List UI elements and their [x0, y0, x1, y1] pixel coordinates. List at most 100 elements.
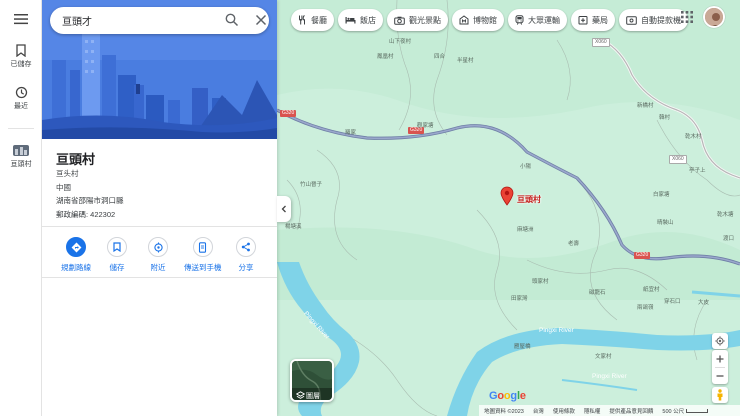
map-label: 晴裝山 [657, 220, 674, 226]
map-label: 小陽 [520, 164, 532, 170]
map-label: 大皮 [698, 300, 710, 306]
current-place-label: 亘頭村 [10, 161, 32, 168]
save-button[interactable]: 儲存 [107, 237, 127, 273]
map-label: 半星村 [457, 58, 474, 64]
minus-icon [716, 374, 724, 377]
maps-app: 已儲存 最近 亘頭村 亘頭才 亘頭村 亘头村 中國 湖南省邵陽市洞口縣 郵政編碼… [0, 0, 740, 416]
rail-divider [8, 128, 34, 129]
museum-icon [459, 15, 469, 25]
saved-button[interactable]: 已儲存 [0, 44, 42, 69]
terms-link[interactable]: 使用條款 [553, 407, 575, 415]
chip-hotels[interactable]: 飯店 [338, 9, 383, 31]
chevron-left-icon [281, 205, 286, 213]
menu-button[interactable] [0, 13, 42, 25]
share-label: 分享 [238, 263, 254, 272]
scale-control[interactable]: 500 公尺 [662, 407, 709, 415]
chip-label: 自動提款機 [641, 15, 681, 25]
map-label: 韓村 [659, 115, 671, 121]
current-place-button[interactable]: 亘頭村 [0, 143, 42, 169]
map-label: 乾木村 [685, 134, 702, 140]
map-base [277, 0, 740, 416]
transit-icon [515, 15, 524, 25]
map-label: 老壽 [568, 241, 580, 247]
map-label: 白家塘 [653, 192, 670, 198]
my-location-button[interactable] [712, 333, 728, 349]
search-bar [50, 7, 269, 34]
directions-icon [71, 242, 81, 252]
map-label: 羅家 [345, 130, 357, 136]
road-shield-g320: G320 [280, 110, 297, 117]
search-input[interactable] [62, 12, 212, 29]
place-country: 中國 [56, 183, 71, 192]
search-icon[interactable] [225, 13, 239, 27]
map-canvas[interactable]: G320 G320 G320 X060 X060 山下夜村 鳳凰村 四合 半星村… [277, 0, 740, 416]
zoom-in-button[interactable] [712, 350, 728, 367]
map-label: 楊塘溪 [285, 224, 302, 230]
map-label: 麻塘洲 [517, 227, 534, 233]
map-label: 鳳凰村 [377, 54, 394, 60]
chip-label: 觀光景點 [409, 15, 441, 25]
chip-transit[interactable]: 大眾運輸 [508, 9, 567, 31]
chip-museums[interactable]: 博物館 [452, 9, 504, 31]
map-label: 雁屋橋 [514, 344, 531, 350]
place-subtitle: 亘头村 [56, 169, 79, 178]
scale-bar [686, 409, 709, 414]
directions-button[interactable]: 規劃路線 [61, 237, 91, 273]
map-label: 渡口 [723, 236, 735, 242]
share-button[interactable]: 分享 [236, 237, 256, 273]
collapse-panel-button[interactable] [277, 196, 291, 222]
map-label: 頭家村 [532, 279, 549, 285]
map-label: 山下夜村 [389, 39, 412, 45]
map-label: 紙宜村 [643, 287, 660, 293]
river-label: Pingxi River [592, 373, 627, 380]
zoom-out-button[interactable] [712, 367, 728, 384]
layers-button[interactable]: 圖層 [290, 359, 334, 402]
privacy-link[interactable]: 隱私權 [584, 407, 601, 415]
pharmacy-icon [578, 16, 588, 25]
nearby-button[interactable]: 附近 [148, 237, 168, 273]
chip-pharmacies[interactable]: 藥局 [571, 9, 615, 31]
chip-label: 飯店 [360, 15, 376, 25]
bookmark-icon [16, 44, 26, 57]
atm-icon [626, 15, 637, 25]
map-label: 兩鴿嶺 [637, 305, 654, 311]
map-label: 乾木塘 [717, 212, 734, 218]
street-view-pegman-button[interactable] [712, 387, 728, 403]
map-label: 竹山晉子 [300, 182, 323, 188]
hamburger-menu-icon [14, 14, 28, 25]
hotel-icon [345, 17, 356, 24]
chip-label: 藥局 [592, 15, 608, 25]
chip-label: 博物館 [473, 15, 497, 25]
map-label: 磁龍石 [589, 290, 606, 296]
left-rail: 已儲存 最近 亘頭村 [0, 0, 42, 416]
map-label: 亭子上 [689, 168, 706, 174]
map-label: 觀家塘 [417, 123, 434, 129]
scale-label: 500 公尺 [662, 408, 685, 415]
map-label: 田家灣 [511, 296, 528, 302]
chip-atms[interactable]: 自動提款機 [619, 9, 688, 31]
send-to-phone-icon [199, 241, 207, 253]
location-pin-icon[interactable] [500, 186, 514, 206]
chip-attractions[interactable]: 觀光景點 [387, 9, 448, 31]
recent-button[interactable]: 最近 [0, 86, 42, 111]
pegman-icon [717, 389, 723, 401]
send-to-phone-label: 傳送到手機 [184, 263, 222, 272]
avatar[interactable] [703, 6, 725, 28]
chip-label: 餐廳 [311, 15, 327, 25]
my-location-icon [715, 336, 725, 346]
chip-label: 大眾運輸 [528, 15, 560, 25]
chip-restaurants[interactable]: 餐廳 [291, 9, 334, 31]
nearby-icon [153, 242, 163, 252]
map-label: 穿石口 [664, 299, 681, 305]
panel-divider [42, 277, 277, 278]
region-link[interactable]: 台灣 [533, 407, 544, 415]
place-panel: 亘頭村 亘头村 中國 湖南省邵陽市洞口縣 郵政編碼: 422302 規劃路線 儲… [42, 0, 277, 416]
recent-label: 最近 [14, 103, 28, 110]
saved-label: 已儲存 [10, 61, 32, 68]
restaurant-icon [299, 15, 305, 25]
apps-grid-icon[interactable] [681, 11, 693, 23]
road-shield-x060: X060 [592, 38, 610, 47]
close-icon[interactable] [255, 14, 267, 26]
send-to-phone-button[interactable]: 傳送到手機 [184, 237, 222, 273]
feedback-link[interactable]: 提供產品意見回饋 [609, 407, 653, 415]
